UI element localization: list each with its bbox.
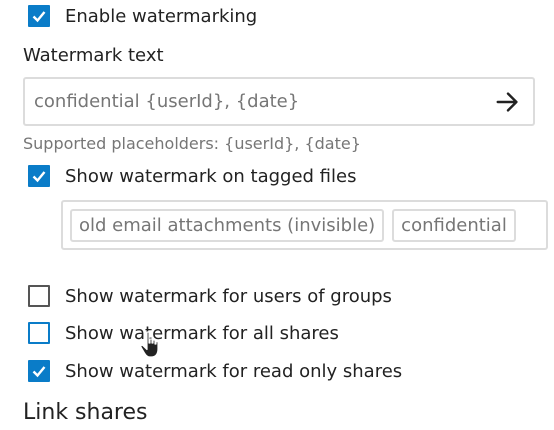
enable-watermarking-checkbox[interactable]: [28, 5, 50, 27]
checkmark-icon: [32, 11, 46, 23]
watermark-text-heading: Watermark text: [23, 45, 164, 66]
checkmark-icon: [32, 171, 46, 183]
tag-chip[interactable]: old email attachments (invisible): [70, 208, 385, 242]
link-shares-heading: Link shares: [23, 400, 148, 425]
tag-chip[interactable]: confidential: [392, 208, 516, 242]
tagged-files-row[interactable]: Show watermark on tagged files: [28, 165, 356, 187]
groups-checkbox[interactable]: [28, 285, 50, 307]
groups-label: Show watermark for users of groups: [65, 285, 392, 307]
tagged-files-checkbox[interactable]: [28, 165, 50, 187]
enable-watermarking-label: Enable watermarking: [65, 5, 258, 27]
tag-selector[interactable]: old email attachments (invisible) confid…: [61, 200, 548, 250]
checkmark-icon: [32, 366, 46, 378]
watermark-text-input[interactable]: confidential {userId}, {date}: [23, 77, 535, 126]
read-only-label: Show watermark for read only shares: [65, 360, 403, 382]
placeholders-hint: Supported placeholders: {userId}, {date}: [23, 134, 361, 153]
groups-row[interactable]: Show watermark for users of groups: [28, 285, 392, 307]
read-only-row[interactable]: Show watermark for read only shares: [28, 360, 402, 382]
hand-pointer-icon: [140, 331, 159, 358]
enable-watermarking-row[interactable]: Enable watermarking: [28, 5, 257, 27]
all-shares-row[interactable]: Show watermark for all shares: [28, 322, 339, 344]
all-shares-label: Show watermark for all shares: [65, 322, 339, 344]
read-only-checkbox[interactable]: [28, 360, 50, 382]
all-shares-checkbox[interactable]: [28, 322, 50, 344]
arrow-right-icon[interactable]: [493, 87, 523, 117]
watermark-text-value[interactable]: confidential {userId}, {date}: [34, 91, 493, 112]
tagged-files-label: Show watermark on tagged files: [65, 165, 357, 187]
